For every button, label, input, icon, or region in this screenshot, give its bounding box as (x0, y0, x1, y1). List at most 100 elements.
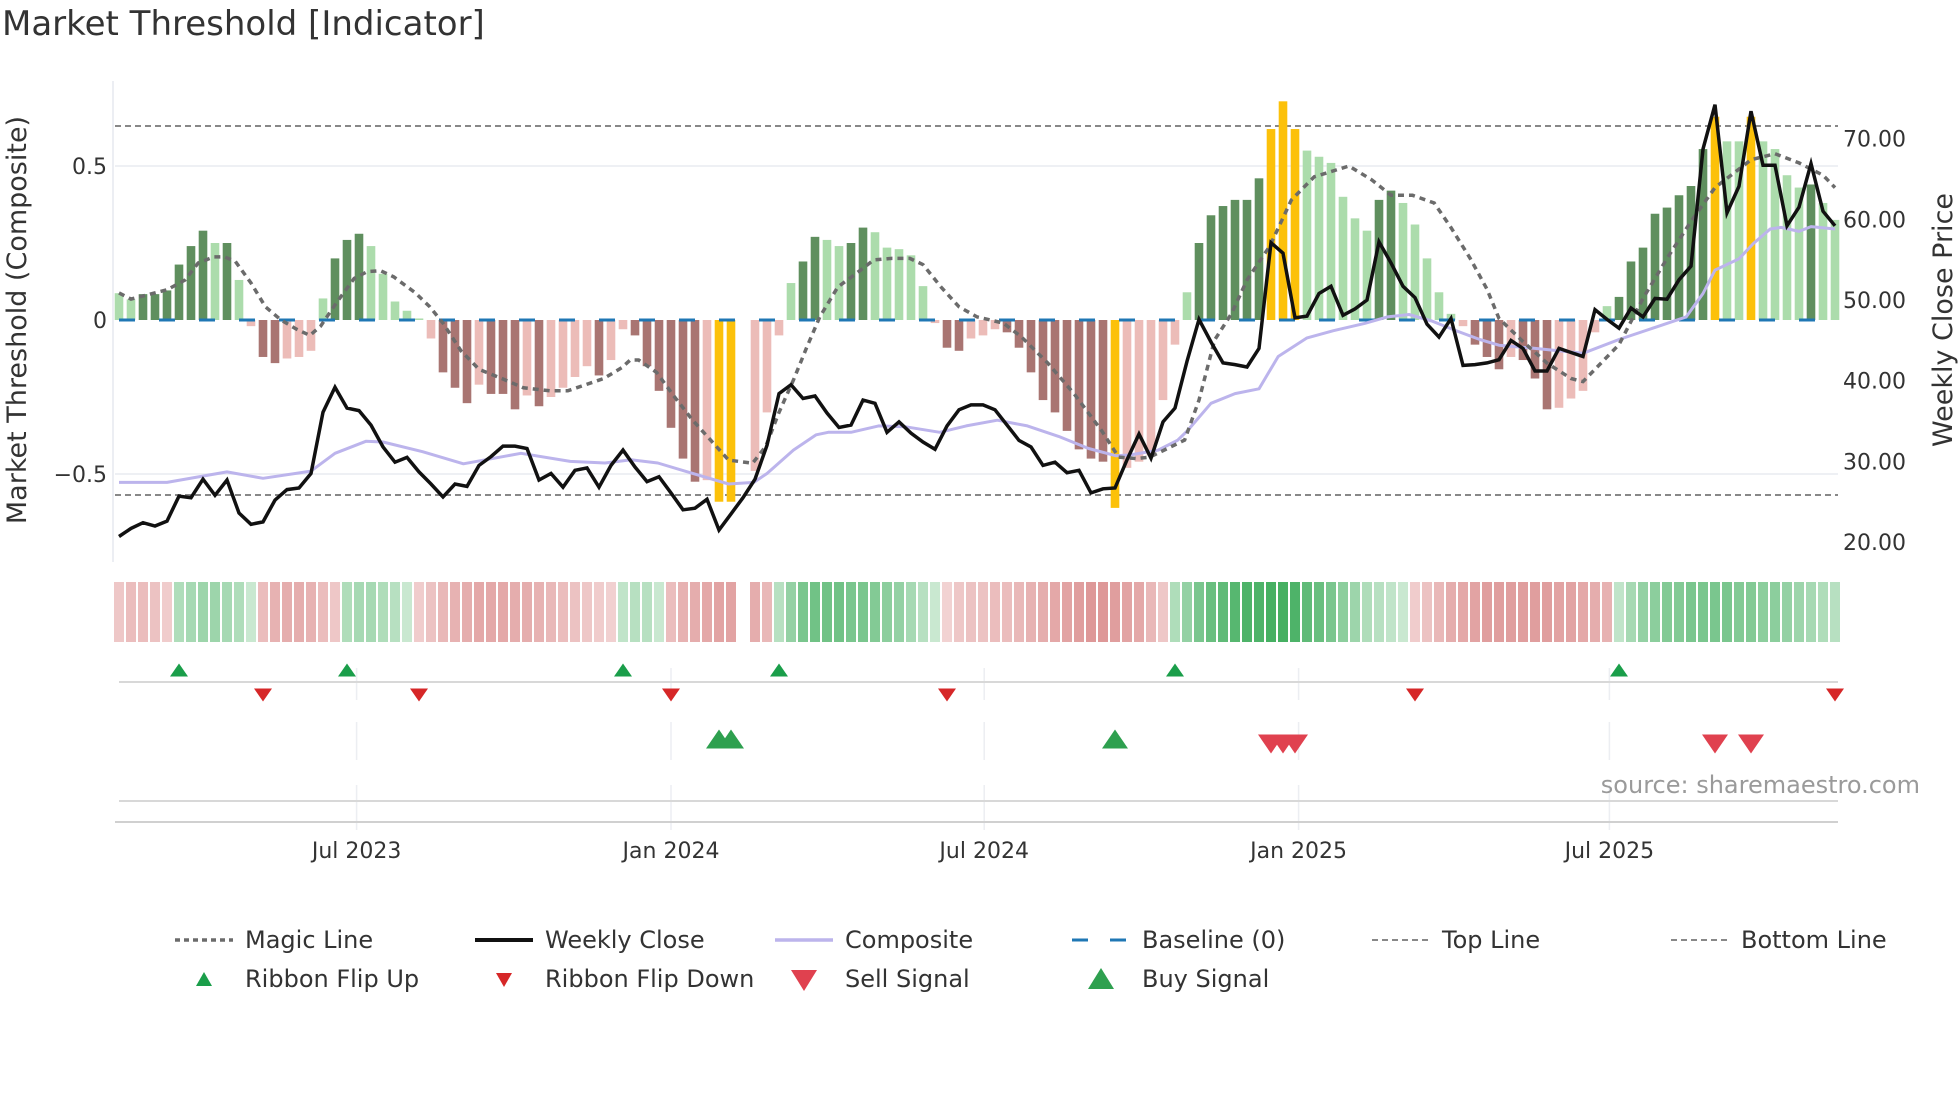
ribbon-cell (1458, 582, 1468, 642)
ribbon-cell (1134, 582, 1144, 642)
sell-signal-marker (1702, 734, 1728, 754)
right-tick-label: 70.00 (1843, 128, 1906, 153)
legend-label: Ribbon Flip Down (545, 965, 755, 993)
ribbon-cell (942, 582, 952, 642)
legend-item-top-line[interactable]: Top Line (1372, 925, 1540, 955)
ribbon-cell (1614, 582, 1624, 642)
ribbon-cell (1278, 582, 1288, 642)
histogram-bar (258, 320, 268, 357)
legend-item-magic-line[interactable]: Magic Line (175, 925, 373, 955)
left-tick-label: 0.5 (72, 155, 107, 180)
legend-item-bottom-line[interactable]: Bottom Line (1671, 925, 1887, 955)
ribbon-cell (642, 582, 652, 642)
histogram-bar (210, 243, 220, 320)
legend-item-baseline[interactable]: Baseline (0) (1072, 925, 1285, 955)
histogram-bar (1182, 292, 1192, 320)
histogram-bar (1158, 320, 1168, 401)
ribbon-cell (1038, 582, 1048, 642)
ribbon-cell (1770, 582, 1780, 642)
legend-item-composite[interactable]: Composite (775, 925, 973, 955)
ribbon-cell (1194, 582, 1204, 642)
ribbon-cell (174, 582, 184, 642)
histogram-bar (870, 232, 880, 320)
histogram-bar (1746, 116, 1756, 320)
histogram-bar (366, 246, 376, 320)
histogram-bar (1170, 320, 1180, 345)
ribbon-cell (954, 582, 964, 642)
histogram-bar (678, 320, 688, 459)
ribbon-cell (1230, 582, 1240, 642)
x-tick-label: Jan 2024 (621, 839, 720, 864)
histogram-bar (1818, 202, 1828, 320)
histogram-bar (750, 320, 760, 471)
legend-item-ribbon-flip-down[interactable]: Ribbon Flip Down (475, 964, 754, 994)
ribbon-cell (1722, 582, 1732, 642)
ribbon-cell (510, 582, 520, 642)
ribbon-cell (906, 582, 916, 642)
ribbon-cell (654, 582, 664, 642)
histogram-bar (222, 243, 232, 320)
ribbon-cell (822, 582, 832, 642)
histogram-bar (1434, 292, 1444, 320)
histogram-bar (438, 320, 448, 373)
ribbon-cell (438, 582, 448, 642)
solid-line-icon (475, 925, 533, 955)
legend-item-buy-signal[interactable]: Buy Signal (1072, 964, 1269, 994)
legend-item-ribbon-flip-up[interactable]: Ribbon Flip Up (175, 964, 419, 994)
histogram-bar (1194, 243, 1204, 320)
histogram-bar (486, 320, 496, 394)
ribbon-cell (270, 582, 280, 642)
ribbon-cell (1638, 582, 1648, 642)
ribbon-cell (750, 582, 760, 642)
ribbon-cell (1362, 582, 1372, 642)
ribbon-cell (1386, 582, 1396, 642)
ribbon-cell (678, 582, 688, 642)
histogram-bar (1086, 320, 1096, 459)
histogram-bar (126, 299, 136, 320)
ribbon-cell (1422, 582, 1432, 642)
legend-item-sell-signal[interactable]: Sell Signal (775, 964, 970, 994)
ribbon-cell (1206, 582, 1216, 642)
ribbon-cell (1554, 582, 1564, 642)
legend-item-weekly-close[interactable]: Weekly Close (475, 925, 705, 955)
line-icon (775, 925, 833, 955)
histogram-bar (198, 230, 208, 320)
left-axis-title: Market Threshold (Composite) (2, 116, 33, 524)
ribbon-cell (630, 582, 640, 642)
histogram-bar (174, 264, 184, 320)
histogram-bar (162, 290, 172, 320)
ribbon-cell (1218, 582, 1228, 642)
ribbon-cell (486, 582, 496, 642)
right-tick-label: 30.00 (1843, 450, 1906, 475)
histogram-bar (1674, 195, 1684, 320)
ribbon-cell (186, 582, 196, 642)
triangle-down-icon (475, 964, 533, 994)
legend-label: Sell Signal (845, 965, 970, 993)
ribbon-cell (210, 582, 220, 642)
legend-label: Weekly Close (545, 926, 705, 954)
right-axis-title: Weekly Close Price (1928, 193, 1959, 447)
buy-signal-marker (1102, 729, 1128, 749)
histogram-bar (1230, 199, 1240, 320)
ribbon-cell (390, 582, 400, 642)
ribbon-cell (222, 582, 232, 642)
ribbon-cell (1830, 582, 1840, 642)
histogram-bar (690, 320, 700, 482)
histogram-bar (1398, 202, 1408, 320)
ribbon-cell (234, 582, 244, 642)
ribbon-cell (522, 582, 532, 642)
ribbon-cell (294, 582, 304, 642)
histogram-bar (810, 236, 820, 320)
signal-markers (170, 663, 1844, 754)
ribbon-cell (1674, 582, 1684, 642)
histogram-bar (1806, 184, 1816, 320)
ribbon-cell (1290, 582, 1300, 642)
right-tick-label: 60.00 (1843, 208, 1906, 233)
ribbon-cell (1002, 582, 1012, 642)
ribbon-cell (1566, 582, 1576, 642)
ribbon-cell (990, 582, 1000, 642)
ribbon-cell (1626, 582, 1636, 642)
ribbon-flip-down-marker (410, 688, 428, 702)
ribbon-cell (114, 582, 124, 642)
histogram-bar (1482, 320, 1492, 357)
